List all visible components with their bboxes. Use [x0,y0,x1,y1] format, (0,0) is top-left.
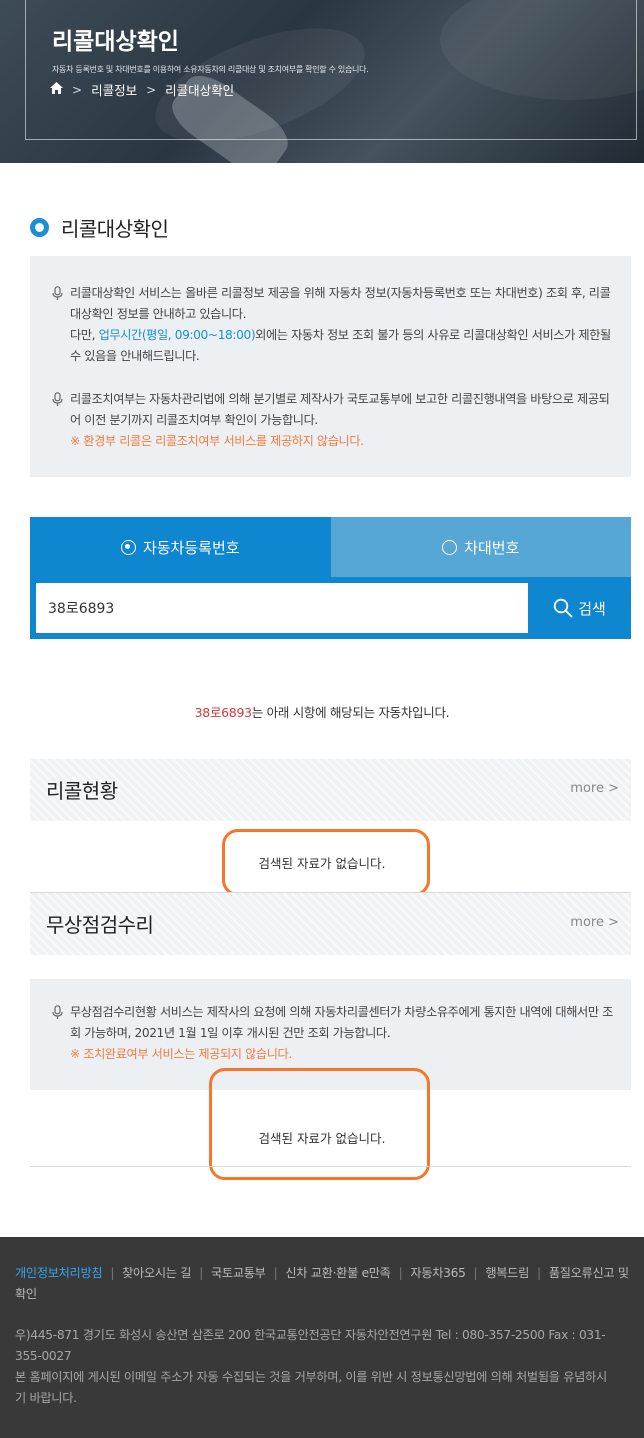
chevron-right-icon: > [72,82,83,97]
recall-more-link[interactable]: more > [570,781,619,796]
recall-panel-title: 리콜현황 [46,779,118,803]
footer-link-happy-dream[interactable]: 행복드림 [485,1266,529,1280]
search-input[interactable] [36,583,528,633]
search-button-label: 검색 [578,599,606,618]
radio-icon [442,539,458,555]
notice-text: 다만, 업무시간(평일, 09:00~18:00)외에는 자동차 정보 조회 불… [70,328,611,363]
hero-description: 자동차 등록번호 및 차대번호를 이용하여 소유자동차의 리콜대상 및 조치여부… [52,65,369,74]
microphone-icon [52,1005,63,1019]
result-message: 38로6893는 아래 시항에 해당되는 자동차입니다. [194,705,450,720]
recall-panel-header: 리콜현황 more > [30,759,631,821]
footer-address: 우)445-871 경기도 화성시 송산면 삼존로 200 한국교통안전공단 자… [15,1328,606,1363]
page-hero: 리콜대상확인 자동차 등록번호 및 차대번호를 이용하여 소유자동차의 리콜대상… [0,0,644,163]
tab-label: 자동차등록번호 [142,538,240,557]
tab-label: 차대번호 [464,538,520,557]
highlight-box [222,829,430,896]
circle-bullet-icon [30,218,49,237]
radio-selected-icon [120,539,136,555]
repair-panel-header: 무상점검수리 more > [30,893,631,955]
notice-warning: ※ 조치완료여부 서비스는 제공되지 않습니다. [70,1047,292,1061]
footer-links: 개인정보처리방침 | 찾아오시는 길 | 국토교통부 | 신차 교환·환불 e만족 | 자동차3… [15,1266,629,1301]
footer-link-molit[interactable]: 국토교통부 [211,1266,266,1280]
breadcrumb-current: 리콜대상확인 [165,83,235,98]
section-heading: 리콜대상확인 [30,213,169,242]
notice-item: 리콜대상확인 서비스는 올바른 리콜정보 제공을 위해 자동차 정보(자동차등록… [52,283,617,367]
tab-registration-number[interactable]: 자동차등록번호 [30,517,331,577]
footer-link-car365[interactable]: 자동차365 [410,1266,465,1280]
microphone-icon [52,286,63,300]
notice-text: 리콜대상확인 서비스는 올바른 리콜정보 제공을 위해 자동차 정보(자동차등록… [70,286,611,321]
notice-box: 리콜대상확인 서비스는 올바른 리콜정보 제공을 위해 자동차 정보(자동차등록… [30,256,631,477]
repair-panel-title: 무상점검수리 [46,913,154,937]
footer-info: 우)445-871 경기도 화성시 송산면 삼존로 200 한국교통안전공단 자… [15,1325,615,1409]
notice-text: 무상점검수리현황 서비스는 제작사의 요청에 의해 자동차리콜센터가 차량소유주… [70,1005,613,1040]
result-plate: 38로6893 [194,705,252,720]
breadcrumb-item[interactable]: 리콜정보 [91,80,137,99]
notice-warning: ※ 환경부 리콜은 리콜조치여부 서비스를 제공하지 않습니다. [70,434,364,448]
highlight-box [209,1068,430,1180]
hero-title: 리콜대상확인 [52,29,179,55]
footer-link-privacy[interactable]: 개인정보처리방침 [15,1266,103,1280]
footer-email-notice: 본 홈페이지에 게시된 이메일 주소가 자동 수집되는 것을 거부하며, 이를 … [15,1370,607,1405]
home-icon[interactable] [50,82,63,97]
business-hours: 업무시간(평일, 09:00~18:00) [98,328,256,342]
search-bar: 검색 [30,577,631,639]
notice-text: 리콜조치여부는 자동차관리법에 의해 분기별로 제작사가 국토교통부에 보고한 … [70,392,610,427]
tab-vin[interactable]: 차대번호 [330,517,631,577]
footer-link-directions[interactable]: 찾아오시는 길 [122,1266,191,1280]
search-type-tabs: 자동차등록번호 차대번호 [30,517,631,577]
footer: 개인정보처리방침 | 찾아오시는 길 | 국토교통부 | 신차 교환·환불 e만족 | 자동차3… [0,1237,644,1438]
section-title: 리콜대상확인 [61,217,169,241]
footer-link-new-car-refund[interactable]: 신차 교환·환불 e만족 [285,1266,391,1280]
search-icon [553,598,573,618]
repair-more-link[interactable]: more > [570,915,619,930]
chevron-right-icon: > [146,82,157,97]
divider [30,1166,631,1167]
search-button[interactable]: 검색 [528,577,631,639]
notice-item: 무상점검수리현황 서비스는 제작사의 요청에 의해 자동차리콜센터가 차량소유주… [52,1002,617,1065]
breadcrumb: > 리콜정보 > 리콜대상확인 [50,80,234,99]
notice-item: 리콜조치여부는 자동차관리법에 의해 분기별로 제작사가 국토교통부에 보고한 … [52,389,617,452]
microphone-icon [52,392,63,406]
